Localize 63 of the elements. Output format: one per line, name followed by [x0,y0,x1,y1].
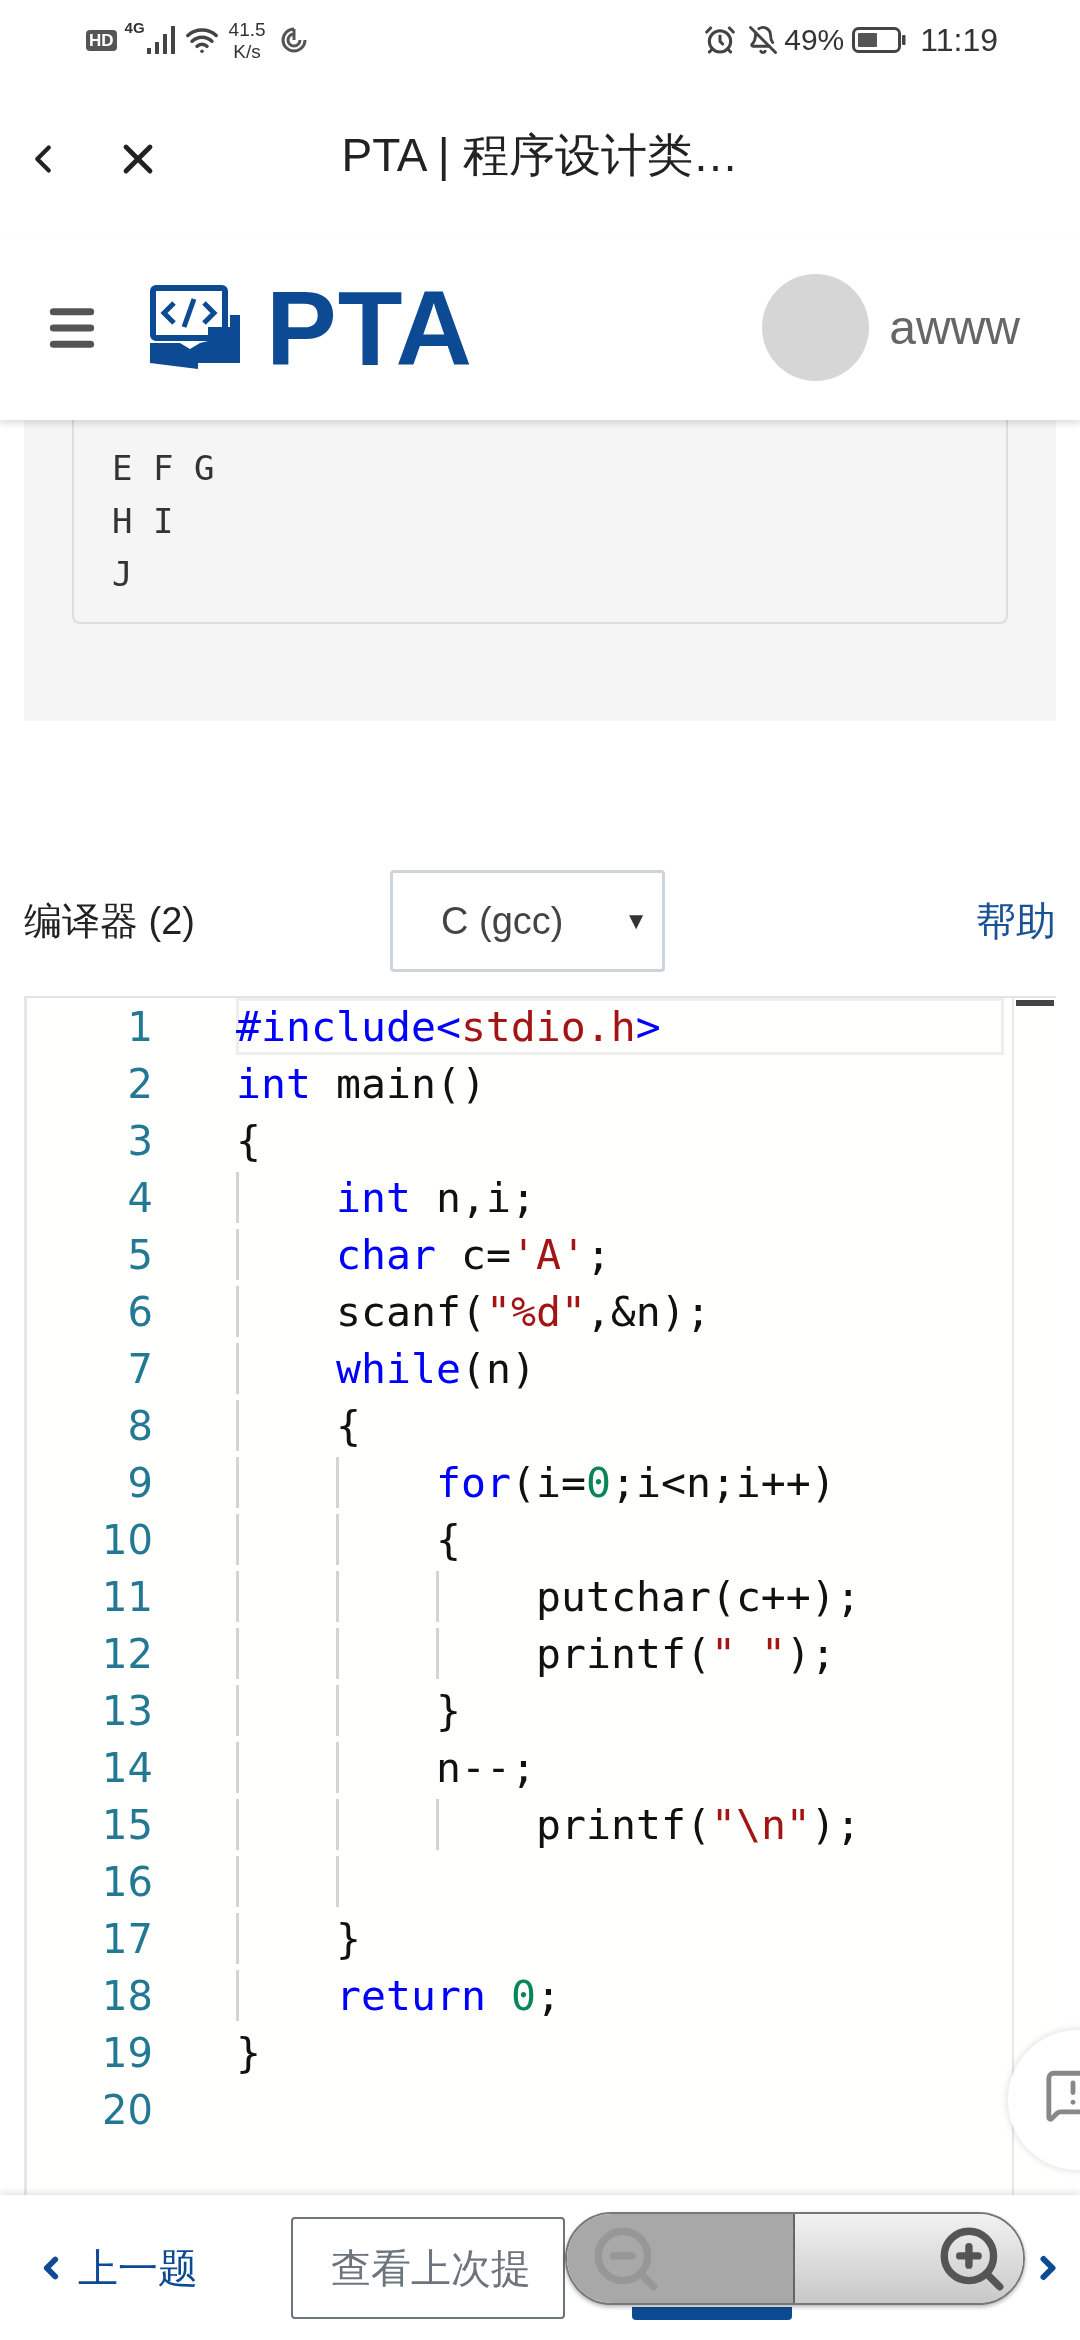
code-line: n--; [436,1746,536,1789]
code-line: int main() [236,1062,486,1105]
line-number: 10 [101,1519,153,1560]
code-line: return 0; [336,1974,561,2017]
compiler-label: 编译器 (2) [24,902,196,940]
output-line: H I [112,500,175,543]
code-line: for(i=0;i<n;i++) [436,1461,836,1504]
line-number: 18 [101,1975,153,2016]
code-line: int n,i; [336,1176,536,1219]
code-line: while(n) [336,1347,536,1390]
output-line: J [112,553,134,596]
help-link[interactable]: 帮助 [976,901,1056,941]
line-number: 14 [101,1747,153,1788]
line-number: 11 [101,1576,153,1617]
hd-badge: HD [86,29,117,51]
line-number: 13 [101,1690,153,1731]
view-last-submission-button[interactable]: 查看上次提 [291,2216,565,2319]
logo-text: PTA [266,274,474,381]
code-line: { [436,1518,461,1561]
line-number: 5 [126,1234,153,1275]
line-number: 16 [101,1861,153,1902]
line-number: 17 [101,1918,153,1959]
zoom-in-button[interactable] [795,2214,1023,2303]
code-line: char c='A'; [336,1233,611,1276]
mute-icon [748,25,779,55]
speed-value: 41.5 [228,19,266,39]
username[interactable]: awww [889,303,1020,352]
line-number: 19 [101,2032,153,2073]
language-select[interactable]: C (gcc) ▼ [390,870,665,972]
line-number: 6 [126,1291,153,1332]
code-line: scanf("%d",&n); [336,1290,711,1333]
battery-percent: 49% [784,25,845,55]
signal-icon [146,26,177,54]
code-line: printf(" "); [536,1632,836,1675]
swirl-icon [279,26,308,54]
code-line: { [336,1404,361,1447]
line-number: 12 [101,1633,153,1674]
line-number: 20 [101,2089,153,2130]
line-number: 1 [126,1006,153,1047]
code-line: } [436,1689,461,1732]
line-number: 2 [126,1063,153,1104]
speed-unit: K/s [233,41,261,61]
network-type: 4G [124,20,145,35]
code-line: putchar(c++); [536,1575,861,1618]
code-line: { [236,1119,261,1162]
previous-link[interactable]: 上一题 [34,2247,198,2288]
alarm-icon [704,24,737,56]
line-number: 4 [126,1177,153,1218]
line-number: 7 [126,1348,153,1389]
dropdown-arrow: ▼ [624,909,648,933]
line-number: 8 [126,1405,153,1446]
scrollbar-thumb[interactable] [1016,1000,1054,1006]
line-number: 15 [101,1804,153,1845]
code-line: printf("\n"); [536,1803,861,1846]
code-line: #include<stdio.h> [236,1005,661,1048]
line-number: 3 [126,1120,153,1161]
page-title: PTA | 程序设计类… [341,131,739,183]
code-line: } [336,1917,361,1960]
battery-icon [852,27,907,53]
clock-time: 11:19 [920,24,998,56]
output-line: E F G [112,447,216,490]
code-line: } [236,2031,261,2074]
line-number: 9 [126,1462,153,1503]
